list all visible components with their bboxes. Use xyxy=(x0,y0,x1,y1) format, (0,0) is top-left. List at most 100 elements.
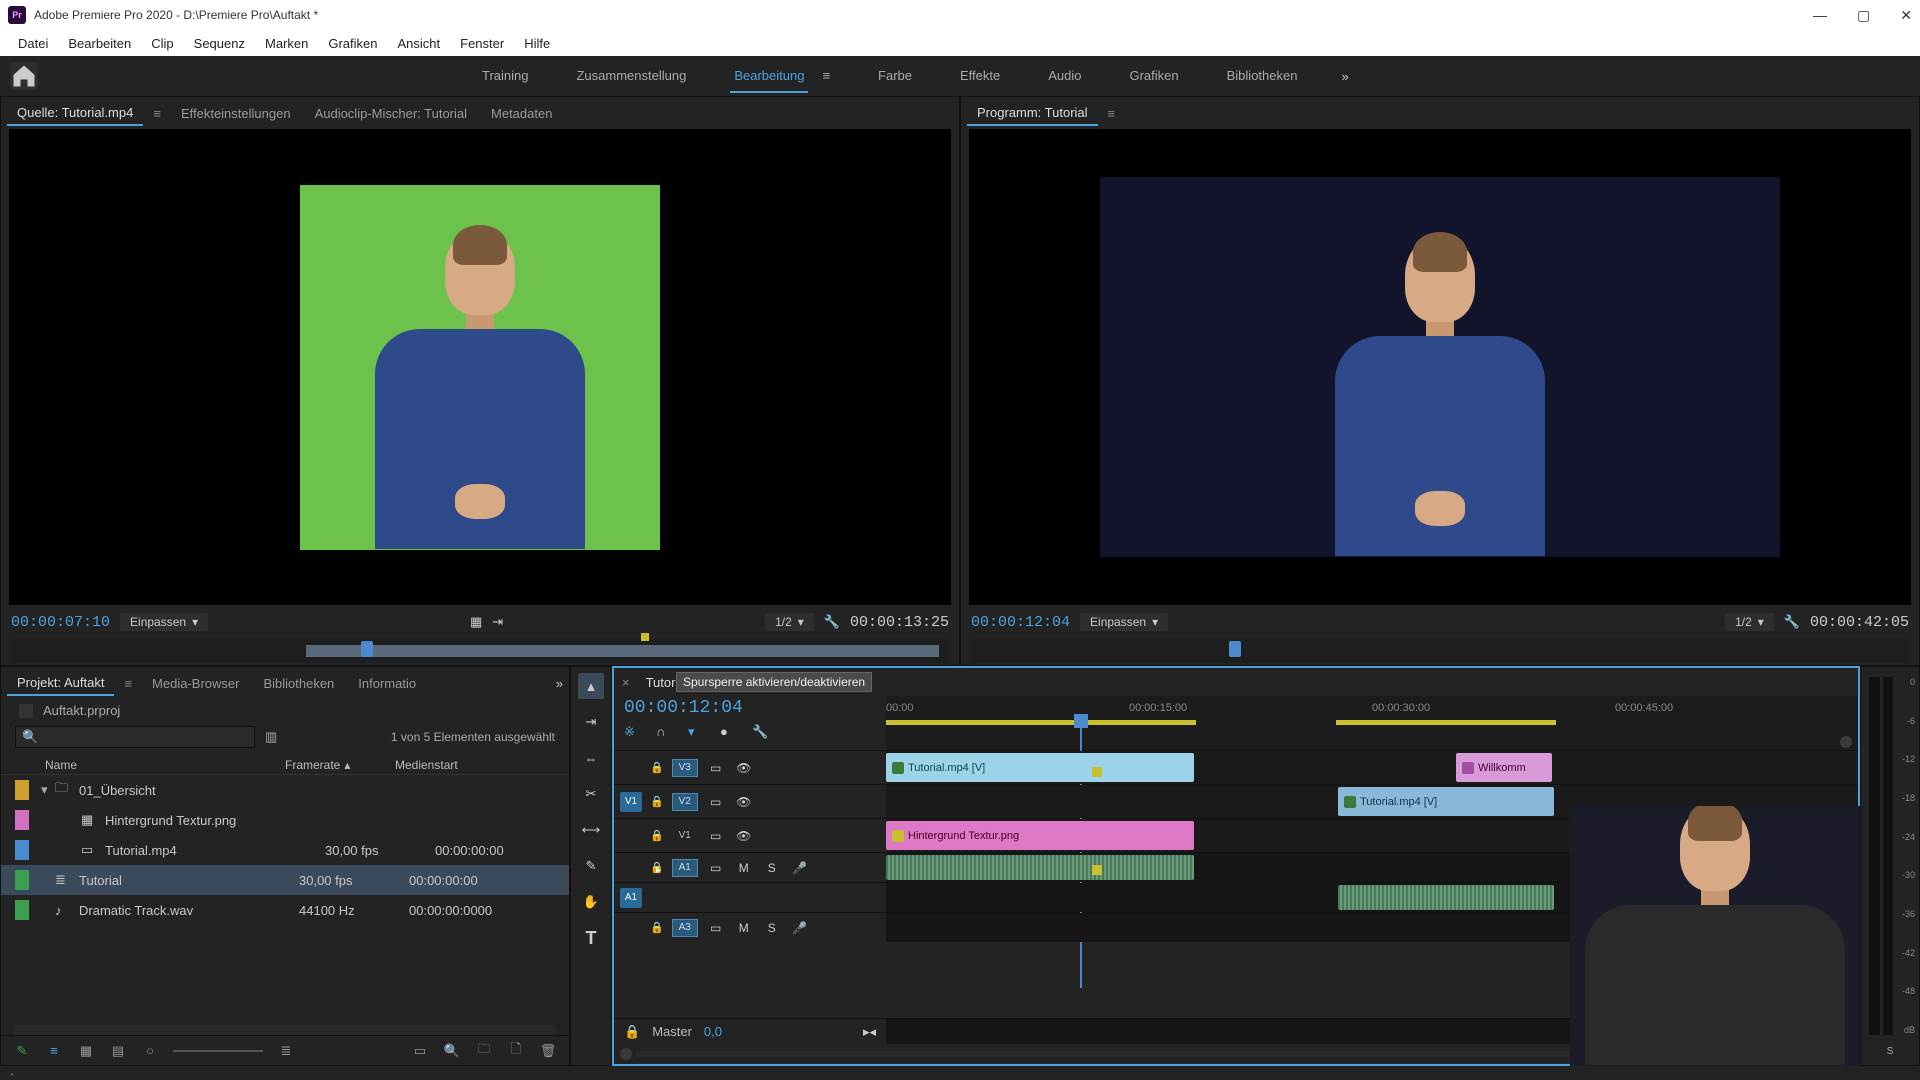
lock-icon[interactable]: 🔒 xyxy=(650,829,664,842)
column-framerate[interactable]: Framerate▴ xyxy=(285,758,395,772)
new-bin-icon[interactable]: 🗀 xyxy=(475,1042,493,1060)
menu-hilfe[interactable]: Hilfe xyxy=(514,36,560,51)
marker-icon[interactable] xyxy=(641,633,649,641)
find-icon[interactable]: 🔍 xyxy=(443,1042,461,1060)
voiceover-icon[interactable]: 🎤 xyxy=(790,921,810,935)
timeline-marker-icon[interactable]: ● xyxy=(720,724,738,742)
selection-tool[interactable]: ▲ xyxy=(578,673,604,699)
minimize-button[interactable]: — xyxy=(1813,7,1827,24)
new-item-icon[interactable]: 🗋 xyxy=(507,1042,525,1060)
label-swatch[interactable] xyxy=(15,810,29,830)
source-overlay-icon[interactable]: ▦ xyxy=(470,614,482,630)
timeline-timecode[interactable]: 00:00:12:04 xyxy=(624,698,876,718)
sync-lock-icon[interactable]: ▭ xyxy=(706,861,726,875)
clip-audio[interactable] xyxy=(886,855,1194,880)
track-label-a1[interactable]: A1 xyxy=(672,859,698,877)
wrench-icon[interactable]: 🔧 xyxy=(1784,614,1800,630)
sync-lock-icon[interactable]: ▭ xyxy=(706,921,726,935)
track-select-tool[interactable]: ⇥ xyxy=(578,709,604,735)
filter-bin-icon[interactable]: ▥ xyxy=(265,729,277,745)
menu-datei[interactable]: Datei xyxy=(8,36,58,51)
pen-icon[interactable]: ✎ xyxy=(13,1042,31,1060)
wrench-icon[interactable]: 🔧 xyxy=(824,614,840,630)
track-label-v3[interactable]: V3 xyxy=(672,759,698,777)
trash-icon[interactable]: 🗑 xyxy=(539,1042,557,1060)
menu-fenster[interactable]: Fenster xyxy=(450,36,514,51)
zoom-handle-icon[interactable] xyxy=(1840,736,1852,748)
workspace-tab-grafiken[interactable]: Grafiken xyxy=(1125,60,1182,93)
menu-grafiken[interactable]: Grafiken xyxy=(318,36,387,51)
lock-icon[interactable]: 🔒 xyxy=(650,761,664,774)
workspace-tab-audio[interactable]: Audio xyxy=(1044,60,1085,93)
close-button[interactable]: ✕ xyxy=(1900,7,1912,24)
hand-tool[interactable]: ✋ xyxy=(578,889,604,915)
tab-source-3[interactable]: Metadaten xyxy=(481,102,562,125)
solo-button[interactable]: S xyxy=(762,861,782,875)
label-swatch[interactable] xyxy=(15,780,29,800)
freeform-view-icon[interactable]: ▤ xyxy=(109,1042,127,1060)
tab-source-2[interactable]: Audioclip-Mischer: Tutorial xyxy=(305,102,477,125)
tab-project-3[interactable]: Informatio xyxy=(348,672,426,695)
project-row[interactable]: ♪Dramatic Track.wav44100 Hz00:00:00:0000 xyxy=(1,895,569,925)
project-search-input[interactable]: 🔍 xyxy=(15,726,255,748)
master-meter-icon[interactable]: ▸◂ xyxy=(863,1024,876,1040)
tab-project-2[interactable]: Bibliotheken xyxy=(253,672,344,695)
ripple-tool[interactable]: ⇔ xyxy=(578,745,604,771)
track-label-v1[interactable]: V1 xyxy=(672,827,698,845)
solo-indicator[interactable]: S xyxy=(1887,1046,1894,1057)
project-row[interactable]: ≣Tutorial30,00 fps00:00:00:00 xyxy=(1,865,569,895)
sync-lock-icon[interactable]: ▭ xyxy=(706,829,726,843)
sync-lock-icon[interactable]: ▭ xyxy=(706,761,726,775)
tab-source-0[interactable]: Quelle: Tutorial.mp4 xyxy=(7,101,143,126)
source-patch-v1[interactable]: V1 xyxy=(620,792,642,812)
workspace-tab-effekte[interactable]: Effekte xyxy=(956,60,1004,93)
tab-source-1[interactable]: Effekteinstellungen xyxy=(171,102,301,125)
voiceover-icon[interactable]: 🎤 xyxy=(790,861,810,875)
program-viewer[interactable] xyxy=(1100,177,1780,557)
tab-project-0[interactable]: Projekt: Auftakt xyxy=(7,671,114,696)
panel-menu-icon[interactable]: ≡ xyxy=(118,676,138,691)
tab-project-1[interactable]: Media-Browser xyxy=(142,672,249,695)
tabs-overflow-icon[interactable]: » xyxy=(556,676,563,691)
zoom-out-handle[interactable] xyxy=(620,1048,632,1060)
panel-menu-icon[interactable]: ≡ xyxy=(1102,106,1122,121)
workspace-tab-bibliotheken[interactable]: Bibliotheken xyxy=(1223,60,1302,93)
expand-caret-icon[interactable]: ▾ xyxy=(41,782,55,798)
program-timecode-current[interactable]: 00:00:12:04 xyxy=(971,614,1070,631)
project-row[interactable]: ▭Tutorial.mp430,00 fps00:00:00:00 xyxy=(1,835,569,865)
linked-selection-icon[interactable]: ∩ xyxy=(656,724,674,742)
maximize-button[interactable]: ▢ xyxy=(1857,7,1870,24)
workspace-tab-bearbeitung[interactable]: Bearbeitung xyxy=(730,60,808,93)
workspace-tab-farbe[interactable]: Farbe xyxy=(874,60,916,93)
menu-marken[interactable]: Marken xyxy=(255,36,318,51)
label-swatch[interactable] xyxy=(15,900,29,920)
master-level[interactable]: 0,0 xyxy=(704,1024,722,1039)
source-viewer[interactable] xyxy=(300,185,660,550)
mute-button[interactable]: M xyxy=(734,921,754,935)
source-patch-a1[interactable]: A1 xyxy=(620,888,642,908)
workspace-tab-training[interactable]: Training xyxy=(478,60,532,93)
project-row[interactable]: ▦Hintergrund Textur.png xyxy=(1,805,569,835)
clip-video[interactable]: Tutorial.mp4 [V] xyxy=(886,753,1194,782)
view-toggle-icon[interactable] xyxy=(19,704,33,718)
slip-tool[interactable]: ⟷ xyxy=(578,817,604,843)
zoom-slider[interactable] xyxy=(173,1050,263,1052)
solo-button[interactable]: S xyxy=(762,921,782,935)
list-view-icon[interactable]: ≡ xyxy=(45,1042,63,1060)
source-dragvideo-icon[interactable]: ⇥ xyxy=(492,614,503,630)
eye-icon[interactable]: 👁 xyxy=(734,795,754,809)
timeline-settings-icon[interactable]: 🔧 xyxy=(752,724,770,742)
panel-menu-icon[interactable]: ≡ xyxy=(147,106,167,121)
sync-lock-icon[interactable]: ▭ xyxy=(706,795,726,809)
lock-icon[interactable]: 🔒 xyxy=(650,795,664,808)
menu-sequenz[interactable]: Sequenz xyxy=(184,36,255,51)
program-timeline-ruler[interactable] xyxy=(971,639,1909,663)
timeline-ruler[interactable]: 00:0000:00:15:0000:00:30:0000:00:45:00 xyxy=(886,696,1858,750)
clip-image[interactable]: Hintergrund Textur.png xyxy=(886,821,1194,850)
razor-tool[interactable]: ✂ xyxy=(578,781,604,807)
menu-ansicht[interactable]: Ansicht xyxy=(387,36,450,51)
source-zoom-select[interactable]: 1/2▾ xyxy=(765,613,814,631)
tab-program[interactable]: Programm: Tutorial xyxy=(967,101,1098,126)
type-tool[interactable]: T xyxy=(578,925,604,951)
work-area-bar[interactable] xyxy=(886,720,1196,725)
